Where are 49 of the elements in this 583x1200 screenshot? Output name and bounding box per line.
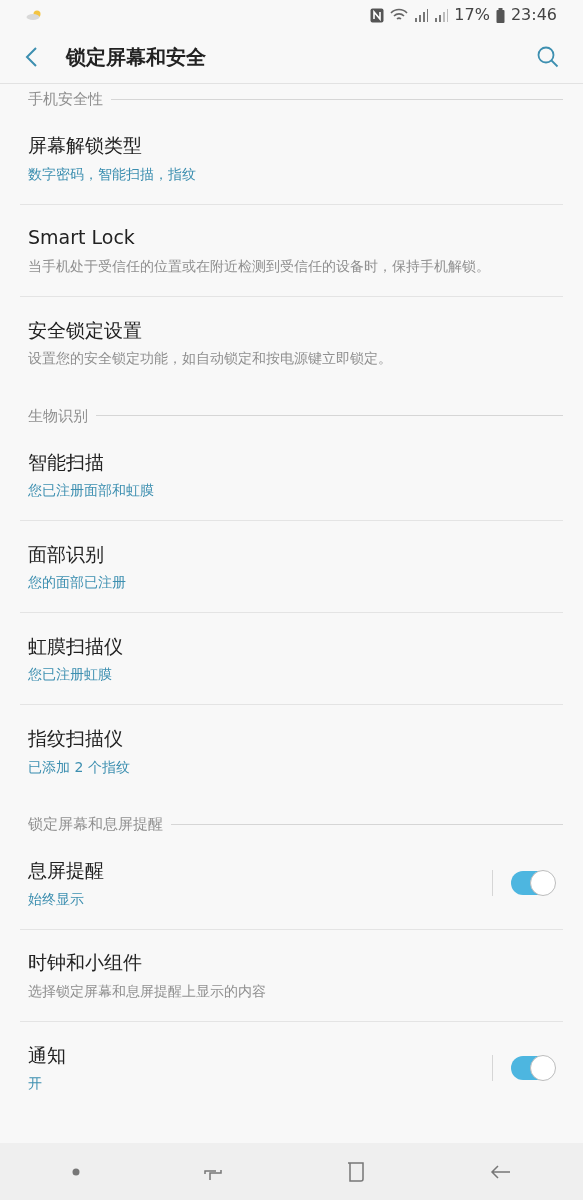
item-subtitle: 当手机处于受信任的位置或在附近检测到受信任的设备时，保持手机解锁。 xyxy=(28,256,491,276)
nfc-icon xyxy=(370,7,385,23)
back-icon[interactable] xyxy=(489,1162,512,1181)
settings-item[interactable]: 智能扫描 您已注册面部和虹膜 xyxy=(20,429,563,521)
item-title: Smart Lock xyxy=(28,225,136,251)
settings-item[interactable]: Smart Lock 当手机处于受信任的位置或在附近检测到受信任的设备时，保持手机解锁。 xyxy=(20,204,563,297)
weather-icon xyxy=(26,10,42,20)
clock: 23:46 xyxy=(510,4,557,26)
wifi-icon xyxy=(390,8,409,22)
signal-icon xyxy=(434,8,449,22)
item-subtitle: 选择锁定屏幕和息屏提醒上显示的内容 xyxy=(28,981,267,1001)
settings-item[interactable]: 安全锁定设置 设置您的安全锁定功能，如自动锁定和按电源键立即锁定。 xyxy=(20,296,563,389)
signal-icon xyxy=(414,8,429,22)
toggle-switch[interactable] xyxy=(511,871,555,895)
item-title: 指纹扫描仪 xyxy=(28,726,124,752)
settings-item[interactable]: 时钟和小组件 选择锁定屏幕和息屏提醒上显示的内容 xyxy=(20,929,563,1022)
toggle-switch[interactable] xyxy=(511,1055,555,1080)
item-subtitle: 开 xyxy=(28,1074,43,1094)
settings-item[interactable]: 虹膜扫描仪 您已注册虹膜 xyxy=(20,613,563,705)
settings-item[interactable]: 指纹扫描仪 已添加 2 个指纹 xyxy=(20,705,563,797)
item-subtitle: 数字密码，智能扫描，指纹 xyxy=(28,164,197,184)
settings-item[interactable]: 息屏提醒 始终显示 xyxy=(20,837,563,930)
home-icon[interactable] xyxy=(346,1160,367,1183)
item-title: 面部识别 xyxy=(28,541,105,567)
section-header: 生物识别 xyxy=(28,405,88,427)
item-subtitle: 您已注册面部和虹膜 xyxy=(28,481,155,501)
item-title: 安全锁定设置 xyxy=(28,317,143,343)
item-subtitle: 您的面部已注册 xyxy=(28,573,127,593)
item-subtitle: 您已注册虹膜 xyxy=(28,665,113,685)
page-title: 锁定屏幕和安全 xyxy=(66,43,207,71)
back-icon[interactable] xyxy=(24,45,38,68)
item-title: 虹膜扫描仪 xyxy=(28,633,124,659)
item-subtitle: 设置您的安全锁定功能，如自动锁定和按电源键立即锁定。 xyxy=(28,349,393,369)
search-icon[interactable] xyxy=(537,45,559,68)
battery-percentage: 17% xyxy=(454,4,490,26)
settings-item[interactable]: 屏幕解锁类型 数字密码，智能扫描，指纹 xyxy=(20,112,563,205)
battery-icon xyxy=(495,7,505,23)
settings-item[interactable]: 面部识别 您的面部已注册 xyxy=(20,521,563,613)
settings-item[interactable]: 通知 开 xyxy=(20,1021,563,1114)
dot-icon[interactable] xyxy=(71,1167,80,1176)
item-title: 息屏提醒 xyxy=(28,858,105,884)
item-title: 智能扫描 xyxy=(28,449,105,475)
section-header: 锁定屏幕和息屏提醒 xyxy=(28,814,163,835)
item-title: 通知 xyxy=(28,1042,67,1068)
item-title: 屏幕解锁类型 xyxy=(28,133,143,159)
item-subtitle: 已添加 2 个指纹 xyxy=(28,757,131,777)
item-subtitle: 始终显示 xyxy=(28,889,85,909)
section-header: 手机安全性 xyxy=(28,89,103,110)
item-title: 时钟和小组件 xyxy=(28,950,143,976)
